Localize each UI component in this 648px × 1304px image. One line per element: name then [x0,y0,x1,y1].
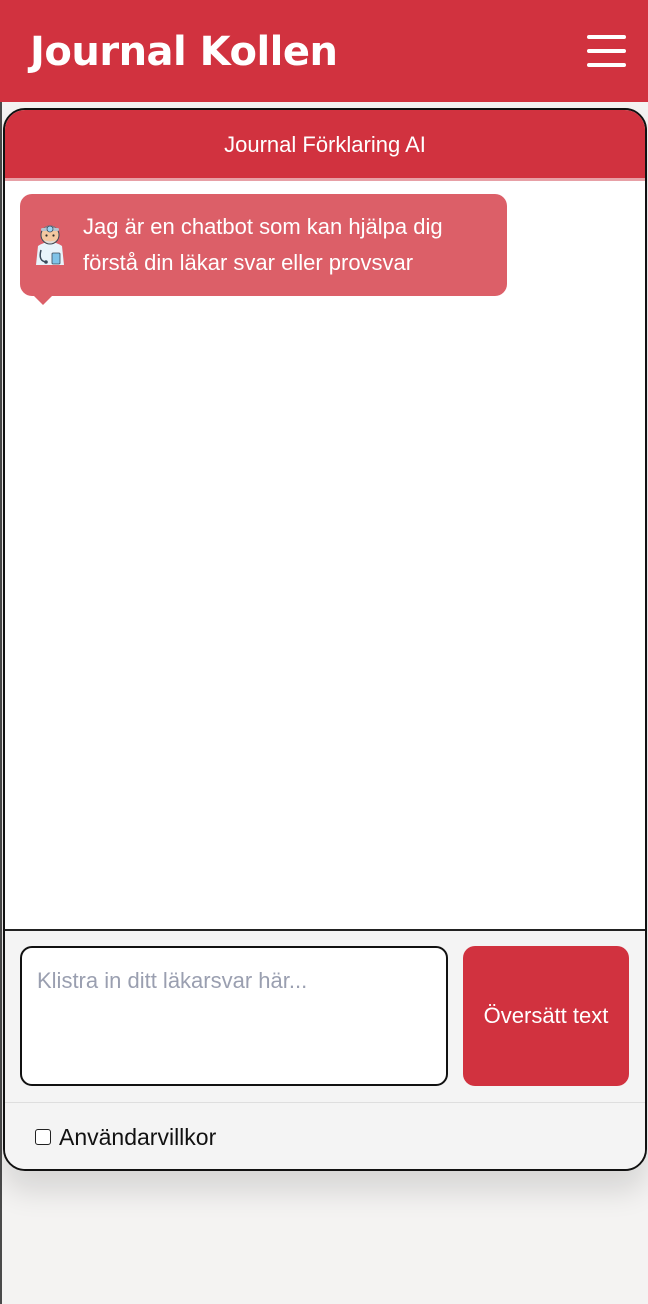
doctor-reply-input[interactable] [20,946,448,1086]
bot-message-text: Jag är en chatbot som kan hjälpa dig för… [83,214,443,275]
chat-title: Journal Förklaring AI [224,132,426,157]
menu-bar [587,63,626,67]
app-header: Journal Kollen [0,0,648,102]
doctor-avatar-icon [36,225,64,265]
divider [5,1102,645,1103]
bot-message-bubble: Jag är en chatbot som kan hjälpa dig för… [20,194,507,305]
chat-header: Journal Förklaring AI [5,110,645,181]
terms-label[interactable]: Användarvillkor [59,1123,216,1151]
terms-checkbox[interactable] [35,1129,51,1145]
menu-bar [587,35,626,39]
composer-area: Översätt text Användarvillkor [5,929,645,1169]
chat-panel: Journal Förklaring AI Jag är en chatbot … [3,108,647,1171]
menu-bar [587,49,626,53]
page-left-edge [0,0,2,1304]
hamburger-menu-icon[interactable] [587,33,627,69]
brand-title: Journal Kollen [30,29,338,75]
terms-row[interactable]: Användarvillkor [35,1123,216,1151]
translate-button[interactable]: Översätt text [463,946,629,1086]
